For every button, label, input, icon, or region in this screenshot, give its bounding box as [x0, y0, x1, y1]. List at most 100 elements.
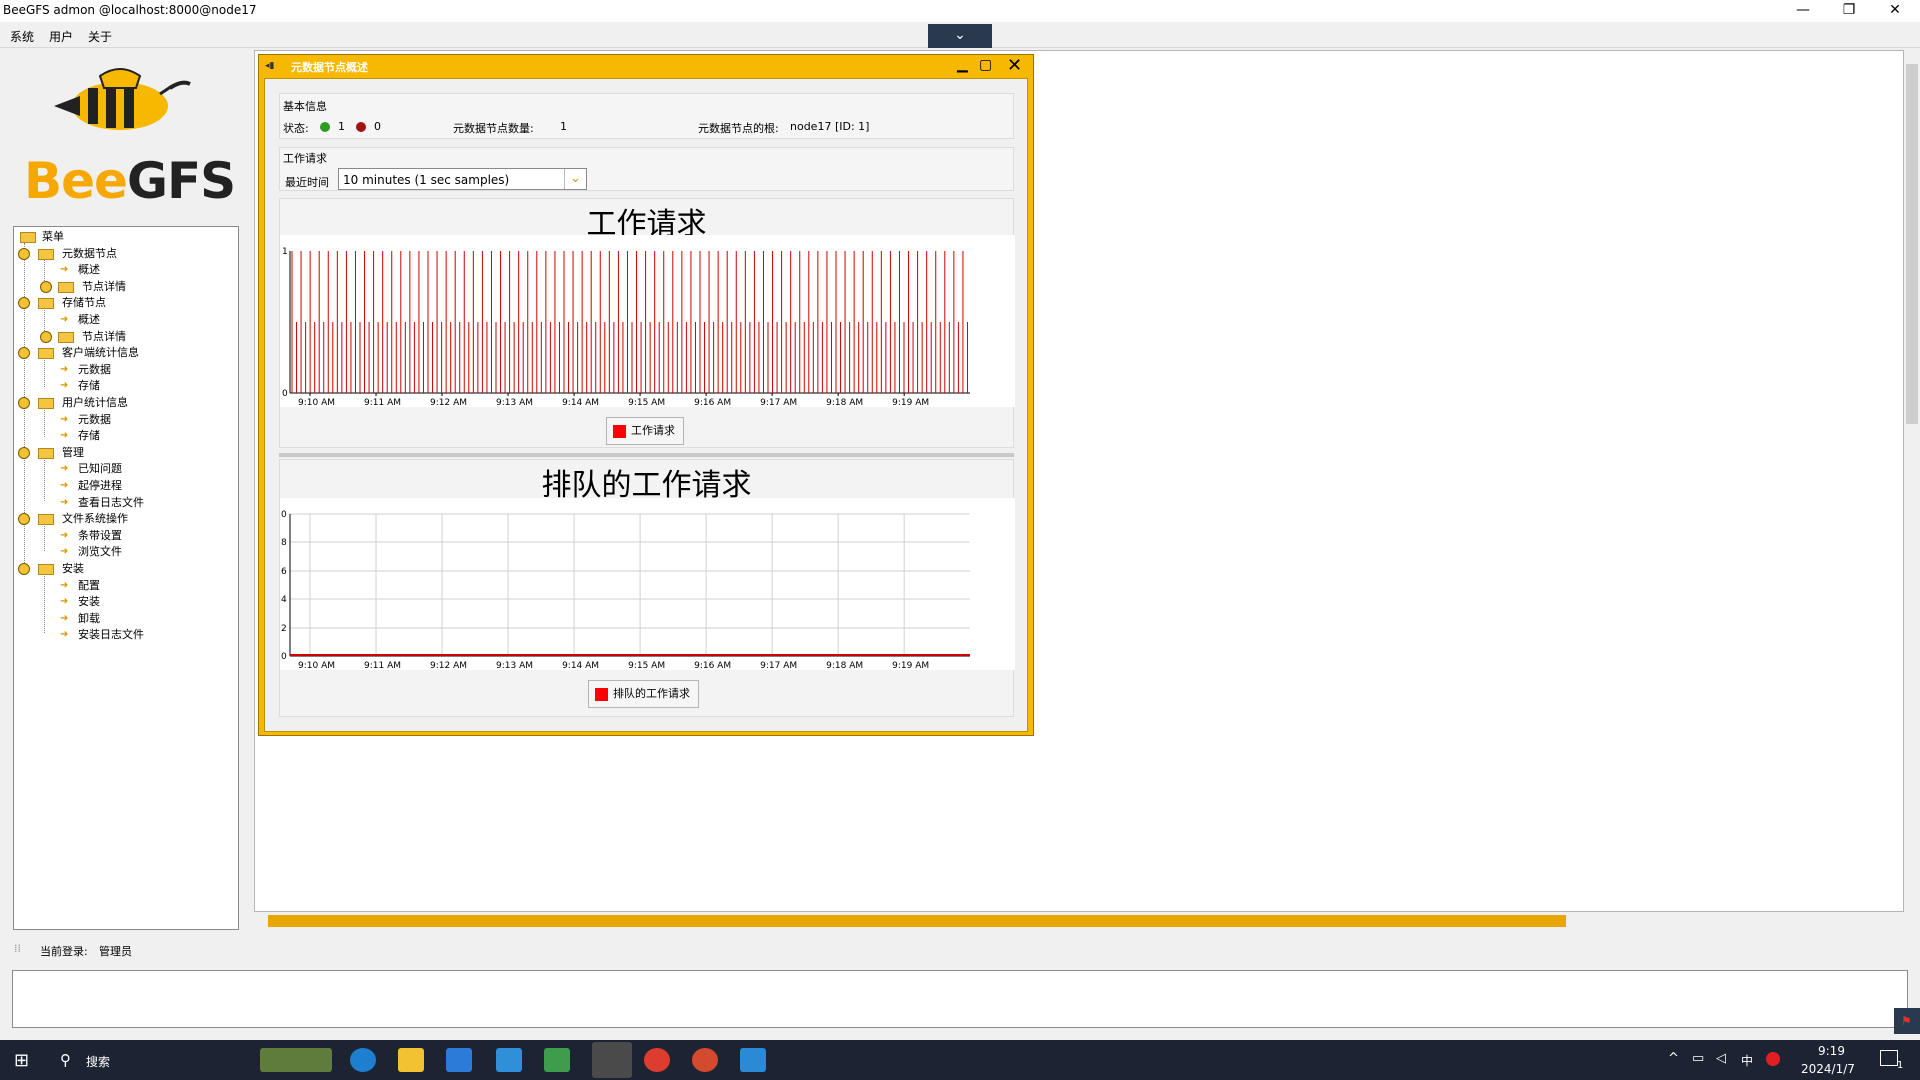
- tree-item-label: 元数据节点: [62, 247, 117, 260]
- expand-toggle-icon[interactable]: [18, 397, 30, 409]
- tree-item[interactable]: ➜ 配置: [58, 578, 268, 594]
- tree-item-label: 存储节点: [62, 296, 106, 309]
- expand-toggle-icon[interactable]: [18, 248, 30, 260]
- arrow-right-icon: ➜: [60, 314, 69, 325]
- root-node-value: node17 [ID: 1]: [790, 120, 870, 133]
- app-icon[interactable]: [544, 1048, 570, 1072]
- tree-item[interactable]: ➜ 查看日志文件: [58, 495, 268, 511]
- tree-item[interactable]: 用户统计信息: [18, 395, 228, 411]
- notification-count: 1: [1897, 1060, 1904, 1071]
- node-count-label: 元数据节点数量:: [453, 122, 534, 135]
- scroll-thumb[interactable]: [268, 915, 1566, 927]
- tree-item[interactable]: ➜ 元数据: [58, 362, 268, 378]
- folder-icon: [38, 348, 54, 359]
- tree-item[interactable]: 文件系统操作: [18, 511, 228, 527]
- maximize-icon[interactable]: ▢: [979, 57, 992, 73]
- internal-window-titlebar[interactable]: ◂▮ 元数据节点概述 ▁ ▢ ✕: [259, 55, 1033, 77]
- tree-item[interactable]: ➜ 元数据: [58, 412, 268, 428]
- tree-item[interactable]: ➜ 安装日志文件: [58, 627, 268, 643]
- expand-toggle-icon[interactable]: [18, 447, 30, 459]
- menu-system[interactable]: 系统: [10, 28, 34, 45]
- chart2-legend-button[interactable]: 排队的工作请求: [588, 680, 699, 708]
- tree-item[interactable]: ➜ 卸载: [58, 611, 268, 627]
- work-requests-box: 工作请求 最近时间 10 minutes (1 sec samples) ⌄: [279, 147, 1014, 191]
- tree-item-label: 存储: [78, 379, 100, 392]
- time-range-select[interactable]: 10 minutes (1 sec samples) ⌄: [338, 168, 587, 190]
- chevron-down-icon[interactable]: ⌄: [564, 169, 586, 189]
- tree-item[interactable]: 元数据节点: [18, 246, 228, 262]
- close-button[interactable]: ✕: [1872, 0, 1918, 22]
- chart2-legend-label: 排队的工作请求: [613, 687, 690, 700]
- beegfs-taskbar-icon[interactable]: [592, 1042, 632, 1078]
- tree-item[interactable]: ➜ 概述: [58, 312, 268, 328]
- tree-item[interactable]: ➜ 概述: [58, 262, 268, 278]
- file-explorer-icon[interactable]: [398, 1048, 424, 1072]
- arrow-right-icon: ➜: [60, 463, 69, 474]
- tree-item[interactable]: ➜ 已知问题: [58, 461, 268, 477]
- tree-item[interactable]: ➜ 安装: [58, 594, 268, 610]
- tree-item[interactable]: ➜ 浏览文件: [58, 544, 268, 560]
- network-icon[interactable]: ▭: [1692, 1051, 1704, 1066]
- restore-button[interactable]: ❐: [1826, 0, 1872, 22]
- tree-item[interactable]: 存储节点: [18, 295, 228, 311]
- minimize-button[interactable]: —: [1780, 0, 1826, 22]
- weather-widget-icon[interactable]: [260, 1048, 332, 1072]
- arrow-right-icon: ➜: [60, 380, 69, 391]
- expand-toggle-icon[interactable]: [40, 331, 52, 343]
- search-icon[interactable]: ⚲: [60, 1051, 71, 1069]
- chart1-legend-button[interactable]: 工作请求: [606, 417, 684, 445]
- expand-toggle-icon[interactable]: [18, 347, 30, 359]
- tree-item[interactable]: 菜单: [18, 229, 228, 245]
- chart1-plot: 0 1 9:10 AM 9:11 AM 9:12 AM 9:13 AM 9:14 AM 9:1…: [280, 235, 1015, 408]
- chevron-down-icon[interactable]: ⌄: [928, 24, 992, 48]
- expand-toggle-icon[interactable]: [18, 563, 30, 575]
- search-label[interactable]: 搜索: [86, 1053, 110, 1070]
- store-icon[interactable]: [446, 1048, 472, 1072]
- horizontal-scrollbar[interactable]: [254, 912, 1904, 930]
- tree-item[interactable]: ➜ 条带设置: [58, 528, 268, 544]
- ime-indicator[interactable]: 中: [1741, 1052, 1753, 1069]
- root-node-label: 元数据节点的根:: [698, 122, 779, 135]
- status-ok-icon: [320, 122, 330, 132]
- minimize-icon[interactable]: ▁: [957, 57, 968, 73]
- expand-toggle-icon[interactable]: [18, 513, 30, 525]
- vertical-scrollbar[interactable]: [1904, 50, 1920, 912]
- tree-item[interactable]: 节点详情: [40, 279, 250, 295]
- message-area[interactable]: [12, 970, 1908, 1028]
- splitter[interactable]: [279, 453, 1014, 457]
- menu-user[interactable]: 用户: [49, 28, 73, 45]
- expand-toggle-icon[interactable]: [40, 281, 52, 293]
- tree-item[interactable]: 安装: [18, 561, 228, 577]
- tree-item[interactable]: 管理: [18, 445, 228, 461]
- volume-icon[interactable]: ◁: [1716, 1051, 1726, 1066]
- x-tick-label: 9:16 AM: [694, 398, 731, 407]
- tree-item[interactable]: ➜ 存储: [58, 428, 268, 444]
- folder-icon: [38, 249, 54, 260]
- tree-item[interactable]: 节点详情: [40, 329, 250, 345]
- basic-info-box: 基本信息 状态: 1 0 元数据节点数量: 1 元数据节点的根: node17 …: [279, 93, 1014, 139]
- close-icon[interactable]: ✕: [1007, 55, 1022, 76]
- tree-item-label: 节点详情: [82, 280, 126, 293]
- tree-item[interactable]: 客户端统计信息: [18, 345, 228, 361]
- expand-toggle-icon[interactable]: [18, 297, 30, 309]
- tree-item[interactable]: ➜ 起停进程: [58, 478, 268, 494]
- window-menu-icon[interactable]: ◂▮: [265, 61, 274, 71]
- mail-icon[interactable]: [496, 1048, 522, 1072]
- clock-time[interactable]: 9:19: [1818, 1044, 1845, 1058]
- menu-about[interactable]: 关于: [88, 28, 112, 45]
- scroll-thumb[interactable]: [1906, 64, 1918, 424]
- vscode-icon[interactable]: [740, 1048, 766, 1072]
- notification-icon[interactable]: [1880, 1050, 1898, 1066]
- window-titlebar: BeeGFS admon @localhost:8000@node17 — ❐ …: [0, 0, 1920, 22]
- chevron-up-icon[interactable]: ^: [1668, 1051, 1679, 1066]
- x-tick-label: 9:18 AM: [826, 661, 863, 670]
- tree-item-label: 用户统计信息: [62, 396, 128, 409]
- flag-icon[interactable]: ⚑: [1894, 1008, 1920, 1034]
- chrome-icon[interactable]: [644, 1048, 670, 1072]
- sogou-icon[interactable]: [1766, 1052, 1780, 1066]
- clock-date[interactable]: 2024/1/7: [1801, 1062, 1855, 1076]
- edge-browser-icon[interactable]: [350, 1048, 376, 1072]
- windows-start-icon[interactable]: ⊞: [14, 1050, 29, 1071]
- app-swirl-icon[interactable]: [692, 1048, 718, 1072]
- tree-item[interactable]: ➜ 存储: [58, 378, 268, 394]
